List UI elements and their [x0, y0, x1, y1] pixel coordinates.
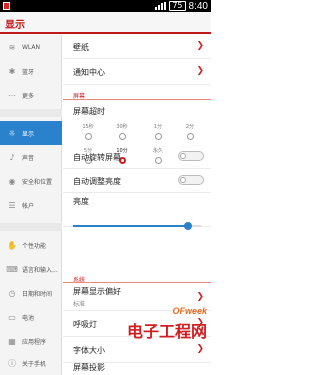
- sidebar-item-battery[interactable]: ▭ 电池: [0, 305, 62, 329]
- breathing-light-label: 呼吸灯: [73, 320, 97, 329]
- sidebar-item-label: 应用程序: [22, 338, 47, 346]
- radio-button[interactable]: [186, 133, 194, 140]
- sidebar-item-account[interactable]: ☰ 帐户: [0, 193, 62, 217]
- location-icon: ◉: [8, 176, 16, 186]
- auto-rotate-row[interactable]: 自动旋转屏幕: [63, 145, 211, 169]
- brightness-row: 亮度: [63, 193, 211, 227]
- section-divider: [63, 99, 211, 100]
- sidebar-item-label: 关于手机: [22, 360, 47, 368]
- display-pref-label: 屏幕显示偏好: [73, 287, 121, 296]
- screen-timeout-label: 屏幕超时: [73, 107, 105, 116]
- title-bar: 显示: [0, 12, 211, 34]
- timeout-option-1m[interactable]: 1分: [143, 123, 173, 140]
- screen-timeout-header: 屏幕超时: [63, 101, 211, 119]
- sidebar-item-about[interactable]: ⓘ 关于手机: [0, 351, 62, 375]
- chevron-right-icon: ❯: [196, 344, 204, 354]
- notification-center-row[interactable]: 通知中心 ❯: [63, 59, 211, 85]
- timeout-option-label: 2分: [185, 124, 195, 130]
- watermark-text: 电子工程网: [126, 322, 207, 341]
- timeout-option-label: 15秒: [82, 124, 94, 130]
- watermark-logo-text: OFweek: [172, 306, 207, 316]
- clock: 8:40: [188, 0, 208, 12]
- sidebar-item-apps[interactable]: ▦ 应用程序: [0, 329, 62, 353]
- status-bar: 75 8:40: [0, 0, 211, 12]
- chevron-right-icon: ❯: [196, 66, 204, 76]
- battery-icon: ▭: [8, 312, 16, 322]
- auto-brightness-label: 自动调整亮度: [73, 177, 121, 186]
- more-icon: ⋯: [8, 90, 16, 100]
- sidebar-item-label: 蓝牙: [22, 68, 35, 76]
- sidebar-divider: [0, 109, 62, 117]
- sidebar: ≋ WLAN ✱ 蓝牙 ⋯ 更多 ☼ 显示 ♪ 声音 ◉ 安全和位置 ☰ 帐户 …: [0, 35, 62, 375]
- sidebar-item-bluetooth[interactable]: ✱ 蓝牙: [0, 59, 62, 83]
- wifi-icon: ≋: [8, 42, 16, 52]
- timeout-option-15s[interactable]: 15秒: [73, 123, 103, 140]
- sidebar-item-display[interactable]: ☼ 显示: [0, 121, 62, 145]
- bluetooth-icon: ✱: [8, 66, 16, 76]
- wallpaper-row[interactable]: 壁纸 ❯: [63, 35, 211, 59]
- font-size-label: 字体大小: [73, 346, 105, 355]
- hand-icon: ✋: [7, 240, 17, 250]
- battery-indicator: 75: [169, 1, 186, 11]
- sidebar-item-sound[interactable]: ♪ 声音: [0, 145, 62, 169]
- radio-button[interactable]: [118, 133, 126, 140]
- sidebar-item-wlan[interactable]: ≋ WLAN: [0, 35, 62, 59]
- display-icon: ☼: [8, 128, 16, 138]
- radio-button[interactable]: [154, 133, 162, 140]
- sidebar-item-label: 帐户: [22, 202, 35, 210]
- sidebar-item-label: 个性功能: [22, 242, 47, 250]
- sidebar-item-security[interactable]: ◉ 安全和位置: [0, 169, 62, 193]
- sidebar-item-datetime[interactable]: ◷ 日期和时间: [0, 281, 62, 305]
- sidebar-item-label: 语言和输入...: [22, 266, 58, 274]
- notification-center-label: 通知中心: [73, 68, 105, 77]
- sidebar-item-label: 电池: [22, 314, 35, 322]
- timeout-option-30s[interactable]: 30秒: [107, 123, 137, 140]
- screen-cast-row[interactable]: 屏幕投影: [63, 363, 211, 375]
- wallpaper-label: 壁纸: [73, 43, 89, 52]
- auto-brightness-row[interactable]: 自动调整亮度: [63, 169, 211, 193]
- sidebar-divider: [0, 223, 62, 231]
- auto-rotate-label: 自动旋转屏幕: [73, 153, 121, 162]
- sidebar-item-label: 日期和时间: [22, 290, 53, 298]
- account-icon: ☰: [8, 200, 16, 210]
- clock-icon: ◷: [8, 288, 16, 298]
- language-icon: ⌨: [6, 264, 18, 274]
- status-right: 75 8:40: [155, 0, 208, 12]
- sidebar-item-label: 显示: [22, 130, 35, 138]
- sidebar-item-more[interactable]: ⋯ 更多: [0, 83, 62, 107]
- sidebar-item-language[interactable]: ⌨ 语言和输入...: [0, 257, 62, 281]
- brightness-label: 亮度: [73, 197, 89, 206]
- app-notification-icon: [3, 2, 10, 10]
- radio-button[interactable]: [84, 133, 92, 140]
- auto-brightness-toggle[interactable]: [178, 175, 204, 185]
- auto-rotate-toggle[interactable]: [178, 151, 204, 161]
- chevron-right-icon: ❯: [196, 41, 204, 51]
- info-icon: ⓘ: [8, 358, 16, 368]
- sound-icon: ♪: [9, 152, 15, 162]
- timeout-option-label: 30秒: [116, 124, 128, 130]
- page-title: 显示: [5, 20, 25, 31]
- chevron-right-icon: ❯: [196, 292, 204, 302]
- timeout-option-2m[interactable]: 2分: [175, 123, 205, 140]
- sidebar-item-label: 安全和位置: [22, 178, 53, 186]
- display-pref-value: 标准: [73, 301, 86, 308]
- toggle-knob: [180, 153, 186, 159]
- sidebar-item-personal[interactable]: ✋ 个性功能: [0, 233, 62, 257]
- apps-icon: ▦: [8, 336, 16, 346]
- sidebar-item-label: WLAN: [22, 43, 41, 51]
- screen-cast-label: 屏幕投影: [73, 363, 105, 372]
- toggle-knob: [180, 177, 186, 183]
- sidebar-item-label: 更多: [22, 92, 35, 100]
- signal-icon: [155, 2, 167, 10]
- timeout-option-label: 1分: [153, 124, 163, 130]
- sidebar-item-label: 声音: [22, 154, 35, 162]
